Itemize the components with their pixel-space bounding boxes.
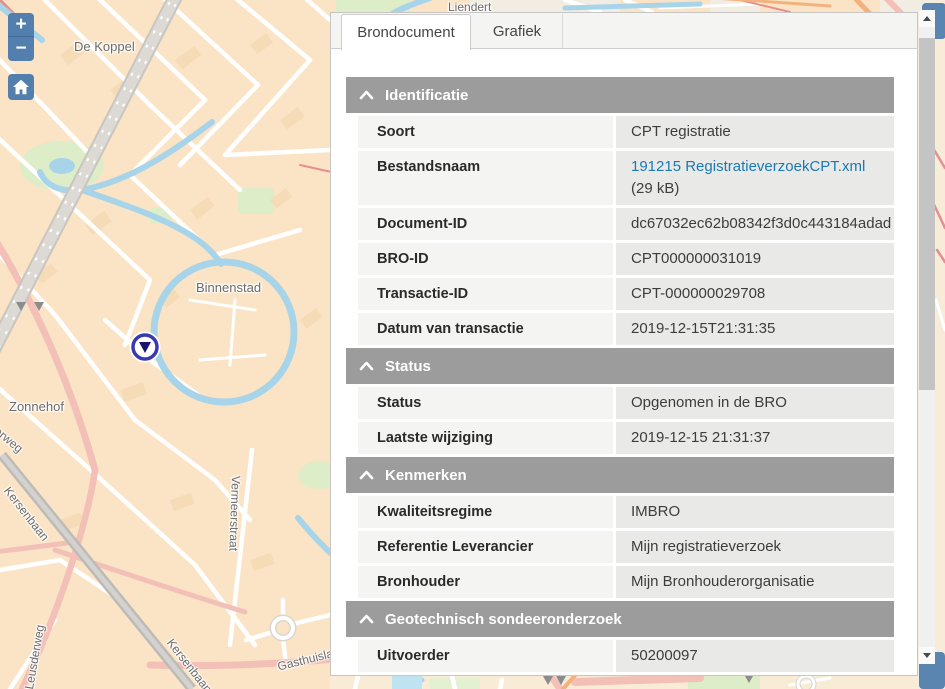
section-header-geotechnisch-sondeeronderzoek[interactable]: Geotechnisch sondeeronderzoek [346, 601, 894, 637]
tab-brondocument[interactable]: Brondocument [341, 14, 471, 50]
panel-content: Identificatie Soort CPT registratie Best… [346, 77, 894, 675]
table-row: Laatste wijziging 2019-12-15 21:31:37 [358, 422, 894, 454]
scrollbar-thumb[interactable] [919, 38, 935, 390]
row-value: CPT-000000029708 [616, 278, 894, 310]
row-label: Laatste wijziging [358, 422, 613, 454]
chevron-up-icon [359, 470, 374, 480]
section-title: Kenmerken [385, 467, 467, 484]
chevron-up-icon [359, 361, 374, 371]
table-row: Referentie Leverancier Mijn registratiev… [358, 531, 894, 563]
detail-panel: Brondocument Grafiek Identificatie Soort… [330, 12, 918, 676]
home-icon [12, 79, 30, 95]
tab-label: Grafiek [493, 23, 541, 40]
row-label: Soort [358, 116, 613, 148]
section-rows: Kwaliteitsregime IMBRO Referentie Levera… [358, 496, 894, 598]
section-header-status[interactable]: Status [346, 348, 894, 384]
section-header-kenmerken[interactable]: Kenmerken [346, 457, 894, 493]
section-title: Identificatie [385, 87, 468, 104]
row-value: CPT000000031019 [616, 243, 894, 275]
row-value: 50200097 [616, 640, 894, 672]
row-label: Document-ID [358, 208, 613, 240]
table-row: BRO-ID CPT000000031019 [358, 243, 894, 275]
table-row: Bronhouder Mijn Bronhouderorganisatie [358, 566, 894, 598]
row-label: Referentie Leverancier [358, 531, 613, 563]
chevron-up-icon [359, 90, 374, 100]
row-value: 2019-12-15T21:31:35 [616, 313, 894, 345]
scroll-up-button[interactable] [919, 10, 935, 27]
table-row: Status Opgenomen in de BRO [358, 387, 894, 419]
row-value: IMBRO [616, 496, 894, 528]
row-value: 2019-12-15 21:31:37 [616, 422, 894, 454]
zoom-controls: + − [8, 13, 34, 61]
section-rows: Uitvoerder 50200097 [358, 640, 894, 672]
table-row: Transactie-ID CPT-000000029708 [358, 278, 894, 310]
section-rows: Status Opgenomen in de BRO Laatste wijzi… [358, 387, 894, 454]
row-label: Bestandsnaam [358, 151, 613, 205]
file-size-text: (29 kB) [631, 180, 679, 197]
tab-bar: Brondocument Grafiek [331, 13, 917, 49]
row-value: Opgenomen in de BRO [616, 387, 894, 419]
tab-label: Brondocument [357, 24, 455, 41]
row-label: Transactie-ID [358, 278, 613, 310]
section-header-identificatie[interactable]: Identificatie [346, 77, 894, 113]
row-value: 191215 RegistratieverzoekCPT.xml (29 kB) [616, 151, 894, 205]
row-label: Uitvoerder [358, 640, 613, 672]
tab-grafiek[interactable]: Grafiek [472, 14, 563, 48]
section-rows: Soort CPT registratie Bestandsnaam 19121… [358, 116, 894, 345]
location-marker-icon [131, 333, 159, 361]
triangle-up-icon [923, 16, 931, 21]
row-label: Bronhouder [358, 566, 613, 598]
row-value: Mijn registratieverzoek [616, 531, 894, 563]
table-row: Soort CPT registratie [358, 116, 894, 148]
row-label: BRO-ID [358, 243, 613, 275]
chevron-up-icon [359, 614, 374, 624]
table-row: Bestandsnaam 191215 RegistratieverzoekCP… [358, 151, 894, 205]
table-row: Kwaliteitsregime IMBRO [358, 496, 894, 528]
triangle-down-icon [923, 653, 931, 658]
row-label: Status [358, 387, 613, 419]
row-label: Kwaliteitsregime [358, 496, 613, 528]
row-value: dc67032ec62b08342f3d0c443184adad [616, 208, 894, 240]
zoom-out-button[interactable]: − [8, 37, 34, 61]
table-row: Uitvoerder 50200097 [358, 640, 894, 672]
section-title: Geotechnisch sondeeronderzoek [385, 611, 622, 628]
row-value: CPT registratie [616, 116, 894, 148]
app-window: Liendert De Koppel Binnenstad Zonnehof k… [0, 0, 945, 689]
section-title: Status [385, 358, 431, 375]
row-label: Datum van transactie [358, 313, 613, 345]
table-row: Datum van transactie 2019-12-15T21:31:35 [358, 313, 894, 345]
vertical-scrollbar[interactable] [919, 10, 935, 664]
table-row: Document-ID dc67032ec62b08342f3d0c443184… [358, 208, 894, 240]
file-download-link[interactable]: 191215 RegistratieverzoekCPT.xml [631, 158, 865, 175]
scroll-down-button[interactable] [919, 647, 935, 664]
zoom-in-button[interactable]: + [8, 13, 34, 37]
row-value: Mijn Bronhouderorganisatie [616, 566, 894, 598]
home-button[interactable] [8, 74, 34, 100]
